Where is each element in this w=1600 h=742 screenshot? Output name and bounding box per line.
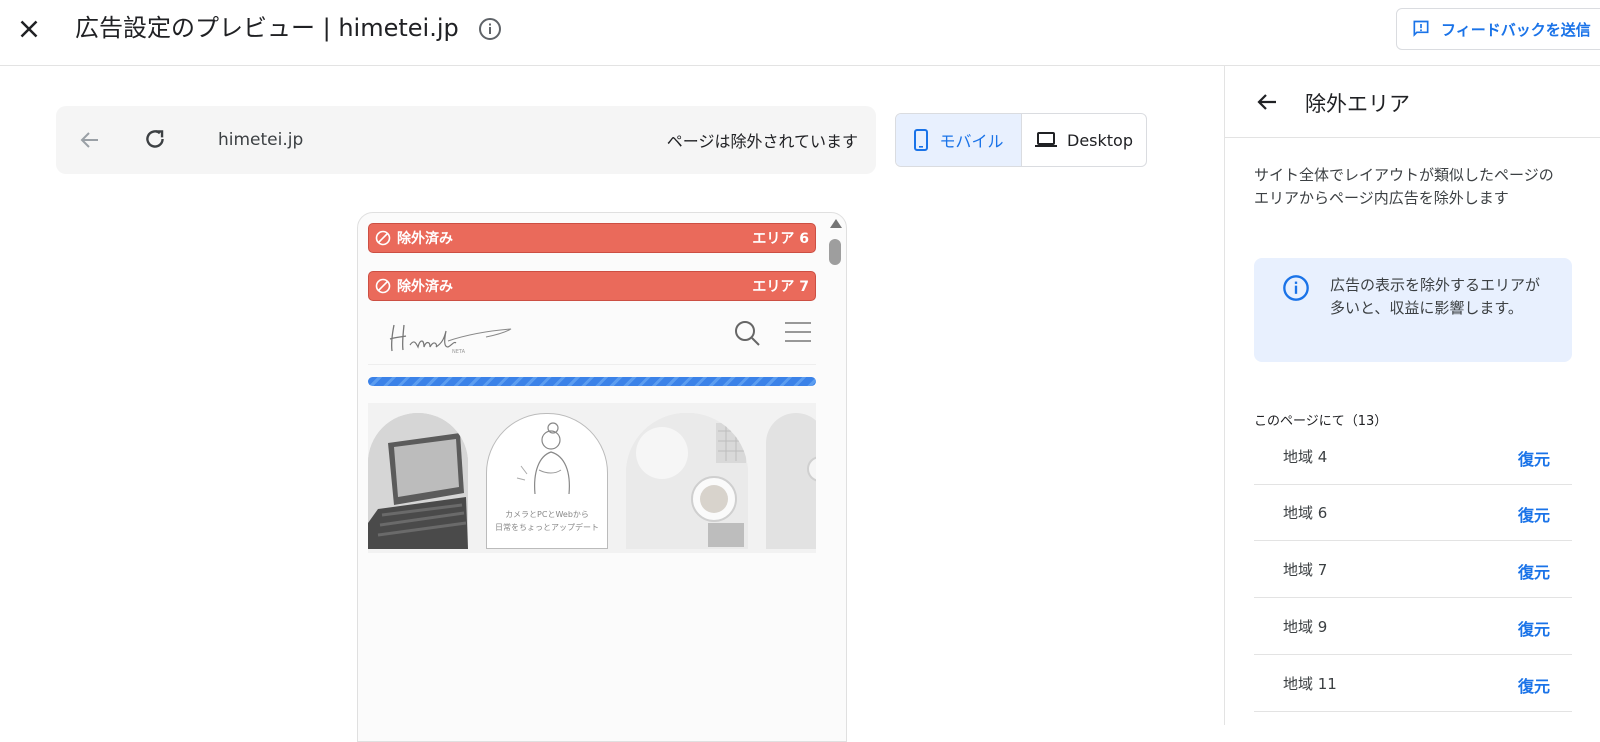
region-count-label: このページにて（13） xyxy=(1254,414,1388,429)
highlighted-ad-area xyxy=(368,377,816,386)
page-excluded-status: ページは除外されています xyxy=(666,132,858,151)
restore-link[interactable]: 復元 xyxy=(1518,673,1550,697)
mobile-preview-frame: 除外済み エリア 6 除外済み エリア 7 NETA カメラとPCとWebから … xyxy=(357,212,847,742)
panel-header: 除外エリア xyxy=(1225,66,1600,138)
thumbnail-coffee xyxy=(626,413,748,549)
region-name: 地域 6 xyxy=(1283,504,1328,522)
phone-icon xyxy=(914,129,929,151)
mobile-toggle-button[interactable]: モバイル xyxy=(896,114,1022,166)
info-notice-text: 広告の表示を除外するエリアが多いと、収益に影響します。 xyxy=(1330,276,1541,317)
desktop-toggle-button[interactable]: Desktop xyxy=(1022,114,1146,166)
page-title: 広告設定のプレビュー | himetei.jp xyxy=(75,14,459,42)
search-icon[interactable] xyxy=(733,319,761,347)
excluded-area-bar[interactable]: 除外済み エリア 6 xyxy=(368,223,816,253)
desktop-label: Desktop xyxy=(1067,130,1133,150)
region-row: 地域 4 復元 xyxy=(1254,429,1572,485)
restore-link[interactable]: 復元 xyxy=(1518,502,1550,526)
excluded-label: 除外済み xyxy=(397,279,453,295)
restore-link[interactable]: 復元 xyxy=(1518,559,1550,583)
back-arrow-icon[interactable] xyxy=(1255,90,1279,114)
reload-icon[interactable] xyxy=(142,126,168,152)
back-arrow-icon[interactable] xyxy=(78,128,102,152)
region-name: 地域 7 xyxy=(1283,561,1328,579)
panel-description: サイト全体でレイアウトが類似したページのエリアからページ内広告を除外します xyxy=(1254,166,1554,207)
laptop-icon xyxy=(1035,132,1057,147)
device-toggle: モバイル Desktop xyxy=(895,113,1147,167)
feedback-label: フィードバックを送信 xyxy=(1441,20,1591,39)
region-row: 地域 9 復元 xyxy=(1254,599,1572,655)
close-icon[interactable] xyxy=(14,14,44,44)
excluded-label: 除外済み xyxy=(397,231,453,247)
region-row: 地域 6 復元 xyxy=(1254,485,1572,541)
preview-browser-bar: himetei.jp ページは除外されています xyxy=(56,106,876,174)
restore-link[interactable]: 復元 xyxy=(1518,446,1550,470)
hamburger-menu-icon[interactable] xyxy=(784,321,812,343)
thumbnail-caption: カメラとPCとWebから xyxy=(505,510,589,519)
top-bar: 広告設定のプレビュー | himetei.jp フィードバックを送信 xyxy=(0,0,1600,66)
region-name: 地域 11 xyxy=(1283,675,1337,693)
excluded-areas-panel: 除外エリア サイト全体でレイアウトが類似したページのエリアからページ内広告を除外… xyxy=(1224,66,1600,725)
region-row: 地域 11 復元 xyxy=(1254,656,1572,712)
region-name: 地域 4 xyxy=(1283,448,1328,466)
region-name: 地域 9 xyxy=(1283,618,1328,636)
info-notice: 広告の表示を除外するエリアが多いと、収益に影響します。 xyxy=(1254,258,1572,362)
site-logo: NETA xyxy=(389,324,512,355)
thumbnail-caption: 日常をちょっとアップデート xyxy=(495,523,599,532)
thumbnail-laptop xyxy=(368,413,468,549)
excluded-area-bar[interactable]: 除外済み エリア 7 xyxy=(368,271,816,301)
post-thumbnails: カメラとPCとWebから 日常をちょっとアップデート xyxy=(368,403,816,553)
region-row: 地域 7 復元 xyxy=(1254,542,1572,598)
scrollbar-thumb[interactable] xyxy=(829,239,841,265)
restore-link[interactable]: 復元 xyxy=(1518,616,1550,640)
thumbnail-partial xyxy=(766,413,816,549)
site-header: NETA xyxy=(368,309,816,365)
area-label: エリア 7 xyxy=(752,279,809,295)
panel-title: 除外エリア xyxy=(1305,92,1410,116)
svg-text:NETA: NETA xyxy=(452,349,466,355)
info-icon xyxy=(1283,275,1309,301)
scroll-up-arrow[interactable] xyxy=(830,219,842,228)
thumbnail-illustration: カメラとPCとWebから 日常をちょっとアップデート xyxy=(486,413,608,549)
url-text: himetei.jp xyxy=(218,130,304,150)
mobile-label: モバイル xyxy=(939,132,1004,151)
area-label: エリア 6 xyxy=(752,231,809,247)
feedback-button[interactable]: フィードバックを送信 xyxy=(1396,8,1600,50)
feedback-icon xyxy=(1413,20,1429,37)
blocked-icon xyxy=(375,278,391,294)
info-icon[interactable] xyxy=(478,17,502,41)
blocked-icon xyxy=(375,230,391,246)
